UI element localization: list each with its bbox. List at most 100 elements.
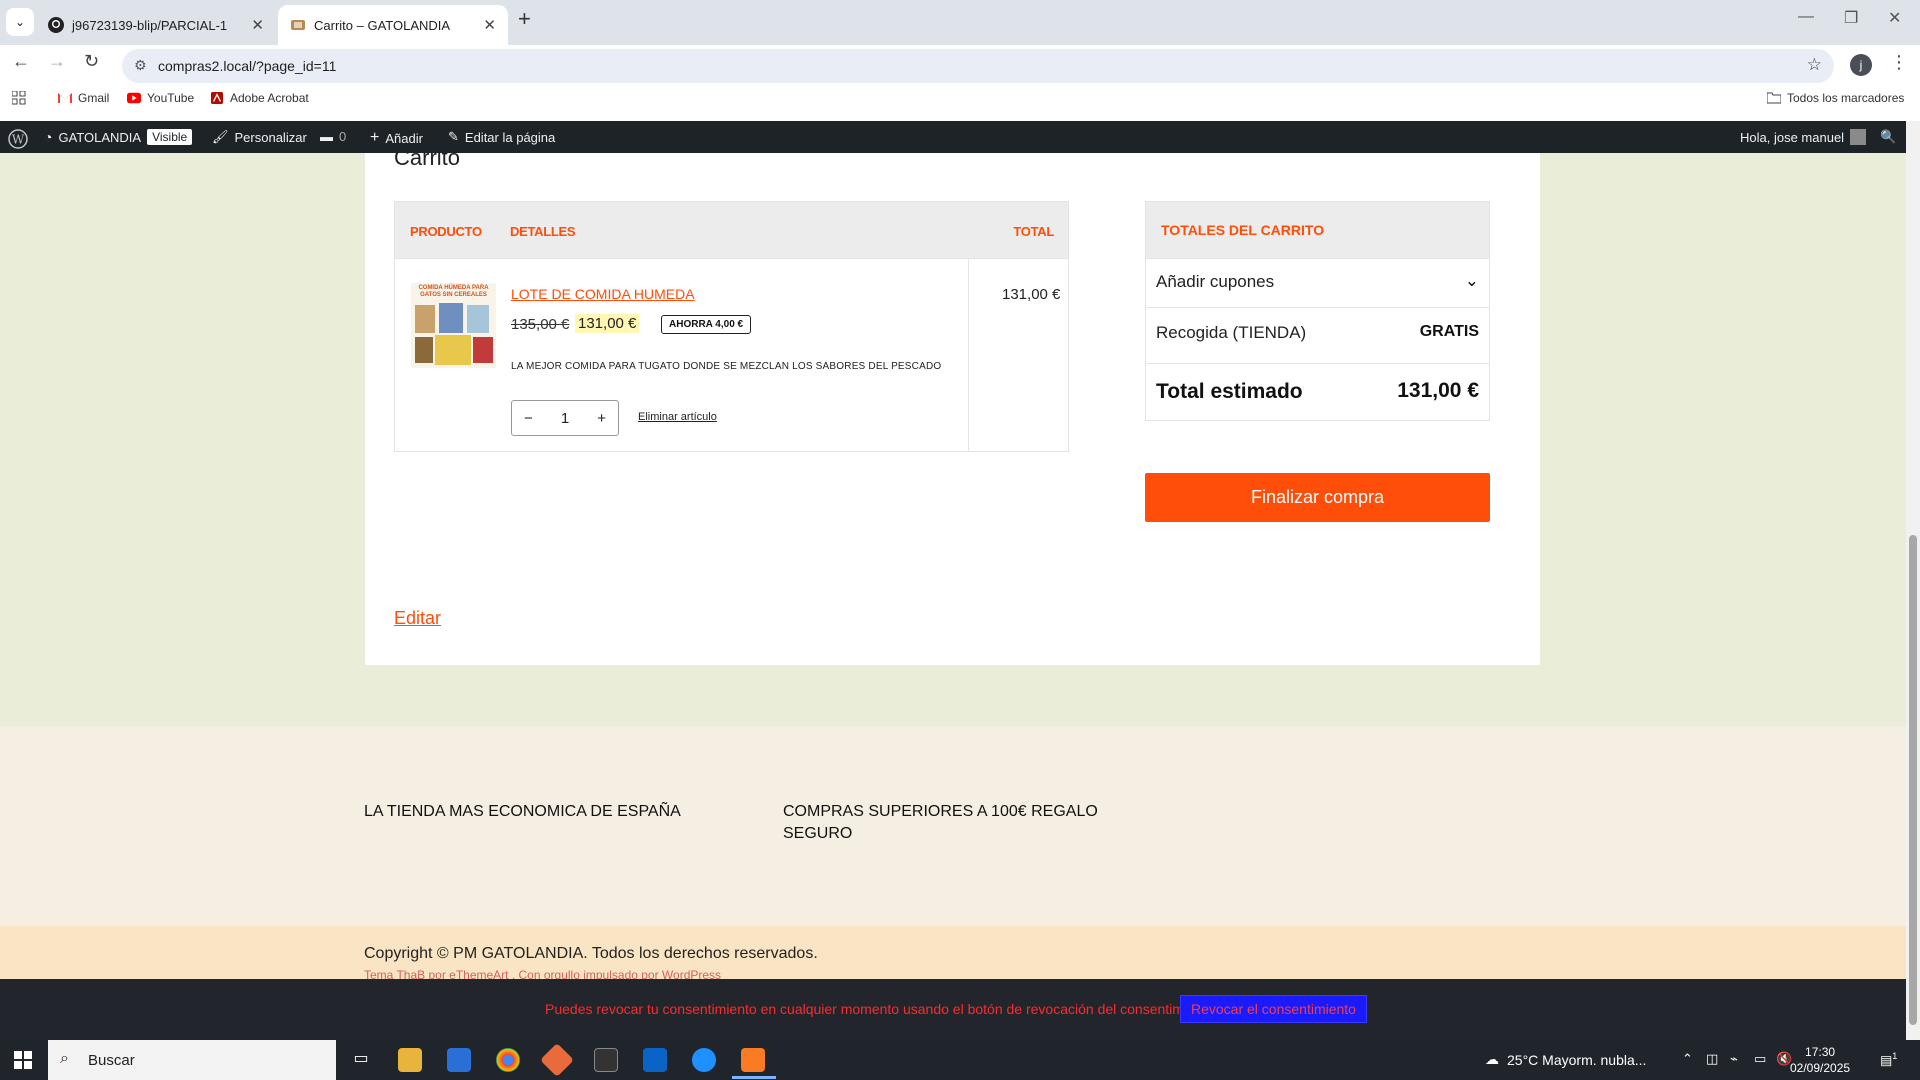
chevron-down-icon: ⌄ [1464, 271, 1479, 290]
shipping-row: Recogida (TIENDA) GRATIS [1146, 307, 1489, 363]
acrobat-icon [211, 92, 223, 104]
taskbar-search-input[interactable]: ⌕ Buscar [48, 1040, 336, 1080]
terminal-icon[interactable] [594, 1048, 618, 1072]
decrease-quantity-button[interactable]: − [524, 410, 533, 427]
wp-user-account[interactable]: Hola, jose manuel [1740, 129, 1867, 145]
wordpress-logo-icon[interactable]: W [8, 129, 28, 149]
forward-icon[interactable]: → [48, 51, 66, 72]
profile-avatar[interactable]: j [1850, 54, 1872, 76]
display-icon[interactable]: ▭ [1754, 1051, 1766, 1067]
theme-credit[interactable]: Tema ThaB por eThemeArt . Con orgullo im… [364, 968, 721, 979]
close-window-icon[interactable]: ✕ [1888, 8, 1901, 28]
restore-icon[interactable]: ❐ [1844, 8, 1858, 28]
new-tab-icon[interactable]: + [518, 6, 531, 32]
network-icon[interactable]: ⌁ [1730, 1051, 1738, 1067]
git-icon[interactable] [540, 1043, 574, 1077]
scrollbar-thumb[interactable] [1909, 535, 1917, 1025]
consent-banner: Puedes revocar tu consentimiento en cual… [0, 979, 1906, 1040]
chrome-icon[interactable] [496, 1048, 520, 1072]
bookmark-star-icon[interactable]: ☆ [1807, 55, 1822, 75]
store-icon[interactable] [447, 1048, 471, 1072]
copyright-text: Copyright © PM GATOLANDIA. Todos los der… [364, 945, 818, 962]
quantity-stepper: − 1 + [511, 400, 619, 436]
address-bar[interactable]: ⚙ compras2.local/?page_id=11 ☆ [122, 49, 1834, 83]
brush-icon: 🖌 [212, 129, 229, 144]
weather-widget[interactable]: ☁ 25°C Mayorm. nubla... [1485, 1051, 1646, 1068]
browser-menu-icon[interactable]: ⋮ [1890, 52, 1908, 73]
wp-add-new[interactable]: + Añadir [370, 129, 423, 147]
cart-table: PRODUCTO DETALLES TOTAL COMIDA HÚMEDA PA… [394, 201, 1069, 452]
tab-title: Carrito – GATOLANDIA [314, 17, 451, 33]
bookmark-youtube[interactable]: YouTube [127, 91, 194, 105]
browser-tab-strip: ⌄ j96723139-blip/PARCIAL-1 ✕ Carrito – G… [0, 0, 1920, 45]
page-title: Carrito [394, 153, 461, 170]
wp-admin-bar: W ◔ GATOLANDIA Visible 🖌 Personalizar ▬ … [0, 121, 1920, 153]
cart-totals: TOTALES DEL CARRITO Añadir cupones ⌄ Rec… [1145, 201, 1490, 421]
tab-title: j96723139-blip/PARCIAL-1 [72, 17, 228, 33]
add-coupons-toggle[interactable]: Añadir cupones ⌄ [1146, 258, 1489, 307]
site-info-icon[interactable]: ⚙ [134, 57, 147, 74]
bookmarks-bar: Gmail YouTube Adobe Acrobat Todos los ma… [0, 84, 1920, 114]
windows-start-icon[interactable] [14, 1051, 32, 1074]
remove-item-link[interactable]: Eliminar artículo [638, 411, 717, 423]
site-footer: LA TIENDA MAS ECONOMICA DE ESPAÑA COMPRA… [0, 726, 1906, 926]
xampp-icon[interactable] [741, 1048, 765, 1072]
search-icon: ⌕ [60, 1050, 69, 1067]
footer-text-1: LA TIENDA MAS ECONOMICA DE ESPAÑA [364, 803, 681, 820]
all-bookmarks[interactable]: Todos los marcadores [1767, 91, 1904, 105]
page-scrollbar[interactable] [1906, 121, 1920, 1040]
close-tab-icon[interactable]: ✕ [483, 16, 496, 34]
youtube-icon [127, 92, 141, 104]
cloud-icon: ☁ [1485, 1051, 1499, 1067]
cart-table-header: PRODUCTO DETALLES TOTAL [395, 202, 1068, 258]
old-price: 135,00 € [511, 316, 570, 333]
tab-search-button[interactable]: ⌄ [6, 8, 34, 36]
footer-bottom: Copyright © PM GATOLANDIA. Todos los der… [0, 926, 1906, 979]
url-text: compras2.local/?page_id=11 [158, 58, 337, 74]
back-icon[interactable]: ← [12, 51, 30, 72]
outlook-icon[interactable] [643, 1048, 667, 1072]
meet-icon[interactable]: ◫ [1706, 1051, 1718, 1067]
product-name-link[interactable]: LOTE DE COMIDA HUMEDA [511, 286, 695, 302]
page-viewport: Carrito PRODUCTO DETALLES TOTAL COMIDA H… [0, 153, 1906, 979]
file-explorer-icon[interactable] [398, 1048, 422, 1072]
reload-icon[interactable]: ↻ [84, 51, 99, 72]
wp-site-name[interactable]: ◔ GATOLANDIA Visible [44, 129, 193, 145]
edit-link[interactable]: Editar [394, 608, 441, 629]
minimize-icon[interactable]: — [1798, 8, 1814, 26]
gmail-icon [58, 93, 72, 103]
folder-icon [1767, 92, 1781, 104]
apps-grid-icon[interactable] [12, 91, 26, 105]
task-view-icon[interactable]: ▭ [349, 1048, 373, 1072]
increase-quantity-button[interactable]: + [597, 410, 606, 427]
tab-github[interactable]: j96723139-blip/PARCIAL-1 ✕ [36, 5, 276, 45]
cart-item-row: COMIDA HÚMEDA PARA GATOS SIN CEREALES LO… [395, 258, 1068, 452]
bookmark-gmail[interactable]: Gmail [58, 91, 109, 105]
pencil-icon: ✎ [448, 129, 459, 144]
tab-cart[interactable]: Carrito – GATOLANDIA ✕ [278, 5, 508, 45]
notifications-icon[interactable]: ▤1 [1880, 1051, 1897, 1068]
revoke-consent-button[interactable]: Revocar el consentimiento [1180, 995, 1367, 1023]
wp-customize[interactable]: 🖌 Personalizar [212, 129, 307, 145]
bookmark-acrobat[interactable]: Adobe Acrobat [210, 91, 309, 105]
svg-text:W: W [12, 133, 25, 147]
close-tab-icon[interactable]: ✕ [251, 16, 264, 34]
estimated-total-row: Total estimado 131,00 € [1146, 363, 1489, 420]
wp-search-icon[interactable]: 🔍 [1880, 129, 1896, 145]
dashboard-icon: ◔ [44, 129, 53, 145]
site-favicon-icon [291, 20, 305, 30]
wp-edit-page[interactable]: ✎ Editar la página [448, 129, 555, 145]
checkout-button[interactable]: Finalizar compra [1145, 473, 1490, 522]
header-product: PRODUCTO [410, 224, 482, 239]
divider [968, 259, 969, 452]
edge-icon[interactable] [692, 1048, 716, 1072]
visibility-badge: Visible [147, 129, 193, 145]
savings-badge: AHORRA 4,00 € [661, 315, 752, 334]
product-thumbnail[interactable]: COMIDA HÚMEDA PARA GATOS SIN CEREALES [411, 283, 496, 368]
cart-totals-title: TOTALES DEL CARRITO [1161, 222, 1325, 238]
wp-comments[interactable]: ▬ 0 [320, 129, 346, 144]
chevron-up-icon[interactable]: ⌃ [1682, 1051, 1693, 1067]
quantity-input[interactable]: 1 [561, 410, 569, 427]
clock[interactable]: 17:30 02/09/2025 [1790, 1044, 1850, 1076]
header-total: TOTAL [1013, 224, 1054, 239]
